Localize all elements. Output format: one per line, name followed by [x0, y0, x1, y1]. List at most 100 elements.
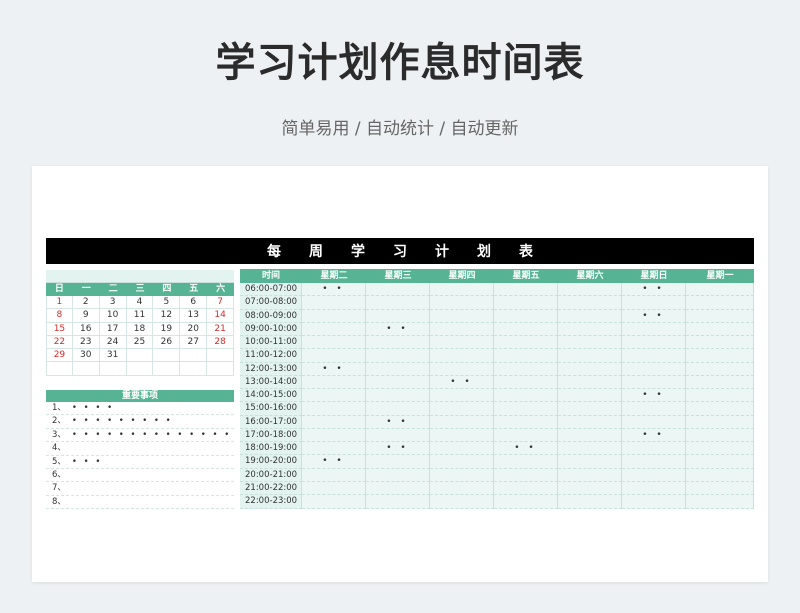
- schedule-cell[interactable]: [430, 309, 494, 323]
- schedule-cell[interactable]: [686, 468, 754, 482]
- schedule-cell[interactable]: [494, 481, 558, 496]
- schedule-cell[interactable]: [494, 322, 558, 337]
- calendar-day[interactable]: 24: [99, 335, 127, 350]
- calendar-day[interactable]: 18: [126, 322, 154, 336]
- schedule-cell[interactable]: [494, 375, 558, 390]
- schedule-cell[interactable]: [366, 283, 430, 297]
- schedule-cell[interactable]: [686, 481, 754, 496]
- calendar-day[interactable]: 10: [99, 309, 127, 323]
- schedule-cell[interactable]: [494, 362, 558, 376]
- schedule-cell[interactable]: [430, 468, 494, 482]
- calendar-day[interactable]: 16: [72, 322, 100, 336]
- schedule-cell[interactable]: [430, 322, 494, 337]
- schedule-cell[interactable]: • •: [494, 442, 558, 456]
- schedule-cell[interactable]: [494, 455, 558, 469]
- calendar-day[interactable]: 11: [126, 309, 154, 323]
- schedule-cell[interactable]: [558, 336, 622, 350]
- calendar-day[interactable]: 19: [153, 322, 181, 336]
- schedule-cell[interactable]: [622, 468, 686, 482]
- important-item[interactable]: 2、 • • • • • • • • •: [46, 415, 234, 429]
- important-item[interactable]: 7、: [46, 482, 234, 496]
- schedule-cell[interactable]: [686, 375, 754, 390]
- calendar-day[interactable]: 31: [99, 349, 127, 363]
- schedule-cell[interactable]: [302, 389, 366, 403]
- calendar-day[interactable]: 29: [46, 349, 73, 363]
- schedule-cell[interactable]: [430, 389, 494, 403]
- schedule-cell[interactable]: [430, 415, 494, 429]
- schedule-cell[interactable]: [686, 296, 754, 310]
- schedule-cell[interactable]: • •: [366, 442, 430, 456]
- schedule-cell[interactable]: [622, 495, 686, 509]
- schedule-cell[interactable]: [430, 349, 494, 363]
- schedule-cell[interactable]: [686, 442, 754, 456]
- schedule-cell[interactable]: [558, 455, 622, 469]
- important-item[interactable]: 8、: [46, 496, 234, 510]
- schedule-cell[interactable]: [686, 455, 754, 469]
- schedule-cell[interactable]: [366, 349, 430, 363]
- schedule-cell[interactable]: • •: [622, 389, 686, 403]
- schedule-cell[interactable]: [558, 322, 622, 337]
- schedule-cell[interactable]: [686, 428, 754, 443]
- schedule-cell[interactable]: • •: [366, 415, 430, 429]
- schedule-cell[interactable]: [302, 442, 366, 456]
- calendar-day[interactable]: 9: [72, 309, 100, 323]
- calendar-day[interactable]: 4: [126, 296, 154, 310]
- calendar-day[interactable]: 2: [72, 296, 100, 310]
- schedule-cell[interactable]: • •: [302, 455, 366, 469]
- schedule-cell[interactable]: • •: [430, 375, 494, 390]
- schedule-cell[interactable]: [686, 362, 754, 376]
- schedule-cell[interactable]: [302, 468, 366, 482]
- calendar-day[interactable]: 7: [207, 296, 234, 310]
- schedule-cell[interactable]: [558, 296, 622, 310]
- schedule-cell[interactable]: [430, 296, 494, 310]
- schedule-cell[interactable]: [558, 283, 622, 297]
- schedule-cell[interactable]: [558, 389, 622, 403]
- calendar-day[interactable]: 5: [153, 296, 181, 310]
- schedule-cell[interactable]: [686, 389, 754, 403]
- calendar-day[interactable]: 15: [46, 322, 73, 336]
- schedule-cell[interactable]: [686, 349, 754, 363]
- schedule-cell[interactable]: [430, 402, 494, 416]
- schedule-cell[interactable]: [558, 375, 622, 390]
- calendar-day[interactable]: 26: [153, 335, 181, 350]
- schedule-cell[interactable]: [430, 455, 494, 469]
- schedule-cell[interactable]: [622, 481, 686, 496]
- schedule-cell[interactable]: [366, 468, 430, 482]
- schedule-cell[interactable]: [302, 481, 366, 496]
- schedule-cell[interactable]: [430, 283, 494, 297]
- schedule-cell[interactable]: [430, 336, 494, 350]
- schedule-cell[interactable]: [686, 336, 754, 350]
- schedule-cell[interactable]: [622, 402, 686, 416]
- schedule-cell[interactable]: • •: [622, 283, 686, 297]
- schedule-cell[interactable]: [622, 349, 686, 363]
- schedule-cell[interactable]: [366, 428, 430, 443]
- schedule-cell[interactable]: [366, 309, 430, 323]
- calendar-day[interactable]: 21: [207, 322, 234, 336]
- schedule-cell[interactable]: [302, 495, 366, 509]
- schedule-cell[interactable]: [558, 415, 622, 429]
- schedule-cell[interactable]: [366, 336, 430, 350]
- calendar-day[interactable]: 1: [46, 296, 73, 310]
- calendar-day[interactable]: 8: [46, 309, 73, 323]
- schedule-cell[interactable]: [302, 415, 366, 429]
- schedule-cell[interactable]: [430, 495, 494, 509]
- schedule-cell[interactable]: [366, 389, 430, 403]
- schedule-cell[interactable]: [686, 309, 754, 323]
- schedule-cell[interactable]: • •: [622, 428, 686, 443]
- schedule-cell[interactable]: [622, 375, 686, 390]
- schedule-cell[interactable]: [302, 309, 366, 323]
- schedule-cell[interactable]: [494, 415, 558, 429]
- calendar-day[interactable]: 6: [180, 296, 208, 310]
- schedule-cell[interactable]: [558, 428, 622, 443]
- schedule-cell[interactable]: [430, 428, 494, 443]
- schedule-cell[interactable]: [430, 362, 494, 376]
- schedule-cell[interactable]: [558, 495, 622, 509]
- schedule-cell[interactable]: [494, 349, 558, 363]
- calendar-day[interactable]: 17: [99, 322, 127, 336]
- schedule-cell[interactable]: [494, 495, 558, 509]
- schedule-cell[interactable]: [686, 402, 754, 416]
- schedule-cell[interactable]: [494, 389, 558, 403]
- schedule-cell[interactable]: [558, 362, 622, 376]
- calendar-day[interactable]: 12: [153, 309, 181, 323]
- schedule-cell[interactable]: [302, 336, 366, 350]
